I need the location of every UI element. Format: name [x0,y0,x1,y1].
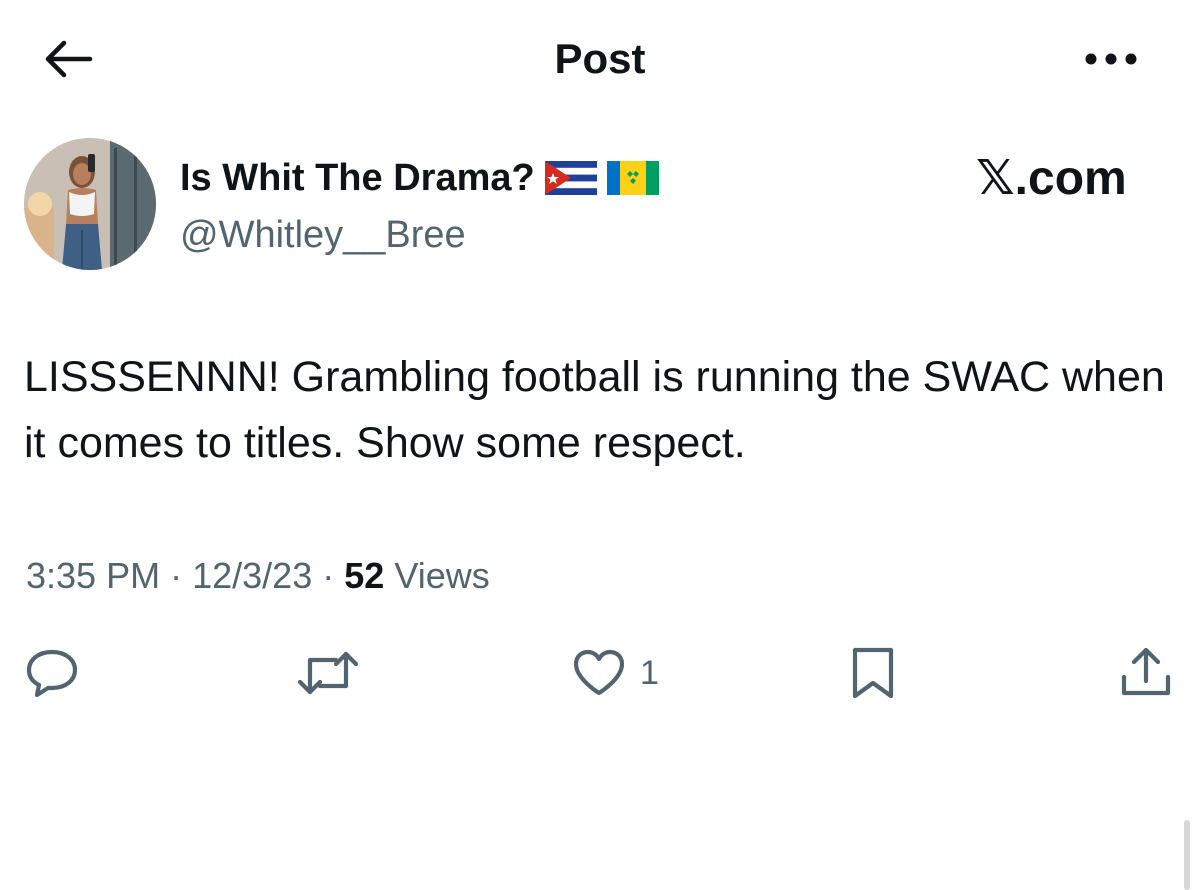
arrow-left-icon [45,40,93,78]
views-label: Views [394,555,490,596]
display-name[interactable]: Is Whit The Drama? [180,152,535,204]
scrollbar[interactable] [1184,820,1190,890]
reply-button[interactable] [24,642,80,704]
avatar[interactable] [24,138,156,270]
post-meta: 3:35 PM · 12/3/23 · 52 Views [26,552,490,600]
meta-separator: · [322,555,335,596]
meta-separator: · [170,555,183,596]
top-bar: Post [0,0,1200,120]
share-button[interactable] [1118,642,1174,704]
heart-icon [573,649,625,696]
avatar-photo [24,138,156,270]
views-count: 52 [344,555,385,596]
author-handle[interactable]: @Whitley__Bree [180,210,466,260]
like-count: 1 [640,653,659,692]
source-label: 𝕏.com [976,152,1127,205]
like-button[interactable]: 1 [572,642,659,704]
post-text: LISSSENNN! Grambling football is running… [24,353,1165,467]
reply-icon [26,649,78,698]
post-time[interactable]: 3:35 PM [26,555,160,596]
repost-icon [297,651,359,695]
bookmark-button[interactable] [848,642,898,704]
back-button[interactable] [40,34,96,84]
post-date[interactable]: 12/3/23 [192,555,312,596]
bookmark-icon [852,647,894,699]
share-icon [1121,647,1171,696]
more-options-button[interactable] [1078,34,1144,84]
flag-cuba-icon [544,161,597,195]
flag-saint-vincent-icon [606,161,659,195]
more-horizontal-icon [1085,53,1137,65]
page-title: Post [554,35,646,82]
author-name-row: Is Whit The Drama? [180,152,659,204]
repost-button[interactable] [296,642,360,704]
